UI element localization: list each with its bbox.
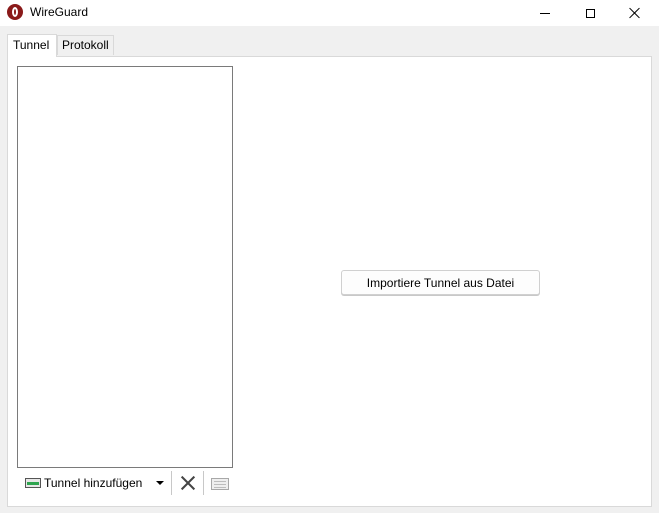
import-tunnel-button-label: Importiere Tunnel aus Datei (366, 275, 515, 290)
wireguard-window: WireGuard Tunnel Protokoll Importiere Tu… (0, 0, 659, 513)
tunnel-list[interactable] (17, 66, 233, 468)
minimize-icon (540, 12, 550, 14)
maximize-icon (585, 8, 595, 18)
tab-tunnel[interactable]: Tunnel (7, 34, 57, 57)
window-title: WireGuard (30, 5, 89, 19)
minimize-button[interactable] (522, 0, 568, 26)
close-button[interactable] (612, 0, 658, 26)
wireguard-logo-icon (7, 4, 23, 20)
title-bar[interactable]: WireGuard (0, 0, 659, 26)
toolbar-separator (171, 471, 172, 495)
maximize-button[interactable] (567, 0, 613, 26)
tunnel-panel: Importiere Tunnel aus Datei Tunnel hinzu… (7, 56, 652, 507)
delete-icon[interactable] (180, 475, 196, 491)
export-icon[interactable] (211, 478, 229, 490)
dropdown-arrow-icon[interactable] (156, 481, 164, 485)
tunnel-toolbar: Tunnel hinzufügen (17, 470, 237, 496)
add-tunnel-label: Tunnel hinzufügen (44, 476, 143, 490)
add-tunnel-icon (25, 478, 41, 488)
add-tunnel-button[interactable]: Tunnel hinzufügen (17, 470, 169, 496)
tab-protokoll[interactable]: Protokoll (57, 35, 114, 55)
toolbar-separator (203, 471, 204, 495)
close-icon (629, 7, 641, 19)
import-tunnel-button[interactable]: Importiere Tunnel aus Datei (341, 270, 540, 295)
